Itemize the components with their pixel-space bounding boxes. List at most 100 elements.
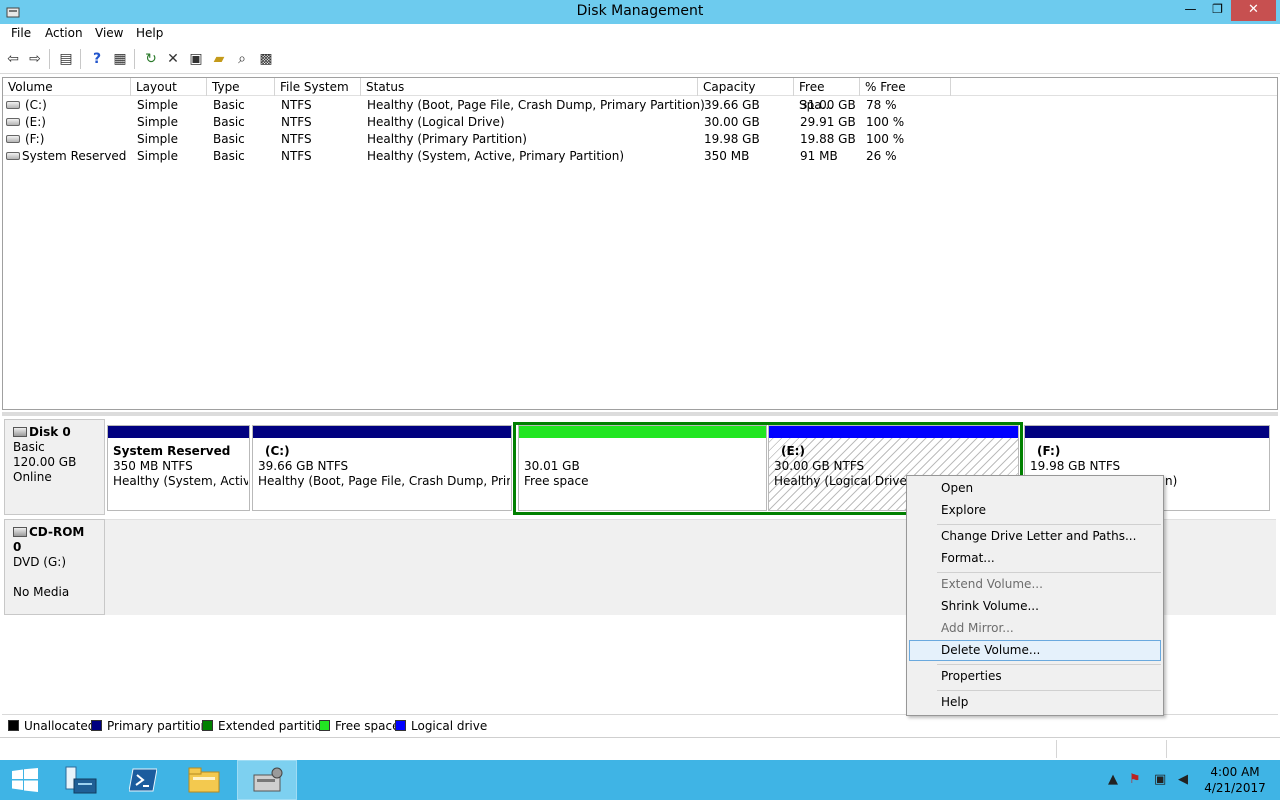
status-divider [1056,740,1057,758]
menu-item-shrink-volume[interactable]: Shrink Volume... [909,596,1161,617]
menu-item-properties[interactable]: Properties [909,666,1161,687]
taskbar-server-manager[interactable] [52,760,112,800]
partition-size: 39.66 GB NTFS [258,459,349,473]
search-icon[interactable]: ⌕ [233,50,251,68]
minimize-button[interactable]: — [1177,0,1204,21]
partition-status: Healthy (Logical Drive) [774,474,912,488]
toolbar: ⇦ ⇨ ▤ ? ▦ ↻ ✕ ▣ ▰ ⌕ ▩ [0,44,1280,74]
column-percent-free[interactable]: % Free [860,78,951,96]
table-row[interactable]: (C:) Simple Basic NTFS Healthy (Boot, Pa… [3,97,1277,114]
cell-percent-free: 100 % [866,115,905,129]
cell-free-space: 19.88 GB [800,132,856,146]
cell-status: Healthy (Primary Partition) [367,132,527,146]
table-row[interactable]: (E:) Simple Basic NTFS Healthy (Logical … [3,114,1277,131]
table-row[interactable]: (F:) Simple Basic NTFS Healthy (Primary … [3,131,1277,148]
show-hidden-icons-icon[interactable]: ▲ [1108,772,1118,787]
disk0-label[interactable]: Disk 0 Basic 120.00 GB Online [4,419,105,515]
menu-view[interactable]: View [95,26,123,40]
disk0-state: Online [13,470,52,484]
partition-c[interactable]: (C:) 39.66 GB NTFS Healthy (Boot, Page F… [252,425,512,511]
partition-system-reserved[interactable]: System Reserved 350 MB NTFS Healthy (Sys… [107,425,250,511]
cell-percent-free: 26 % [866,149,897,163]
table-row[interactable]: System Reserved Simple Basic NTFS Health… [3,148,1277,165]
checklist-icon[interactable]: ▣ [187,50,205,68]
menu-item-help[interactable]: Help [909,692,1161,713]
cell-volume: System Reserved [22,149,127,163]
menu-help[interactable]: Help [136,26,163,40]
cell-layout: Simple [137,132,178,146]
system-clock[interactable]: 4:00 AM 4/21/2017 [1200,764,1270,796]
status-bar [0,737,1280,759]
primary-partition-bar [108,426,249,438]
legend-logical: Logical drive [395,719,487,733]
disk-settings-icon[interactable]: ▩ [257,50,275,68]
column-layout[interactable]: Layout [131,78,207,96]
context-menu: Open Explore Change Drive Letter and Pat… [906,475,1164,716]
cell-volume: (C:) [25,98,47,112]
partition-size: 30.01 GB [524,459,580,473]
partition-size: 30.00 GB NTFS [774,459,865,473]
legend-swatch [8,720,19,731]
powershell-icon [129,768,157,792]
column-capacity[interactable]: Capacity [698,78,794,96]
legend-free-space: Free space [319,719,399,733]
menu-bar: File Action View Help [0,24,1280,44]
taskbar-file-explorer[interactable] [174,760,234,800]
cell-layout: Simple [137,149,178,163]
legend-unallocated: Unallocated [8,719,95,733]
column-free-space[interactable]: Free Spa... [794,78,860,112]
volume-muted-icon[interactable]: ◀ [1178,772,1188,787]
partition-name: (C:) [265,444,290,458]
primary-partition-bar [1025,426,1269,438]
cell-volume: (F:) [25,132,45,146]
menu-item-explore[interactable]: Explore [909,500,1161,521]
partition-free-space[interactable]: 30.01 GB Free space [518,425,767,511]
menu-item-change-drive-letter[interactable]: Change Drive Letter and Paths... [909,526,1161,547]
partition-status: Healthy (Boot, Page File, Crash Dump, Pr… [258,474,510,488]
close-button[interactable]: ✕ [1231,0,1276,21]
refresh-icon[interactable]: ↻ [142,50,160,68]
cell-type: Basic [213,149,245,163]
cell-file-system: NTFS [281,115,312,129]
cell-type: Basic [213,115,245,129]
file-explorer-icon [188,767,220,793]
menu-separator [937,524,1161,525]
cell-free-space: 91 MB [800,149,838,163]
action-center-flag-icon[interactable]: ⚑ [1129,772,1141,787]
menu-item-open[interactable]: Open [909,478,1161,499]
help-icon[interactable]: ? [88,50,106,68]
show-hide-console-tree-icon[interactable]: ▤ [57,50,75,68]
menu-item-format[interactable]: Format... [909,548,1161,569]
partition-status: Healthy (System, Active, [113,474,248,488]
column-file-system[interactable]: File System [275,78,361,96]
disk-management-icon [253,767,283,792]
delete-icon[interactable]: ✕ [164,50,182,68]
window-title: Disk Management [576,3,704,19]
partition-name: (E:) [781,444,805,458]
drive-icon [6,135,20,143]
taskbar-disk-management[interactable] [237,760,297,800]
maximize-button[interactable]: ❐ [1204,0,1231,21]
cdrom0-label[interactable]: CD-ROM 0 DVD (G:) No Media [4,519,105,615]
drive-icon [6,118,20,126]
menu-item-delete-volume[interactable]: Delete Volume... [909,640,1161,661]
disk0-size: 120.00 GB [13,455,77,469]
network-icon[interactable]: ▣ [1154,772,1166,787]
cell-layout: Simple [137,98,178,112]
column-volume[interactable]: Volume [3,78,131,96]
menu-file[interactable]: File [11,26,31,40]
column-type[interactable]: Type [207,78,275,96]
menu-action[interactable]: Action [45,26,83,40]
menu-item-extend-volume: Extend Volume... [941,577,1043,591]
cell-status: Healthy (Logical Drive) [367,115,505,129]
properties-icon[interactable]: ▦ [111,50,129,68]
open-folder-icon[interactable]: ▰ [210,50,228,68]
cell-percent-free: 100 % [866,132,905,146]
toolbar-separator [80,49,81,69]
forward-icon[interactable]: ⇨ [26,50,44,68]
start-button[interactable] [0,760,60,800]
back-icon[interactable]: ⇦ [4,50,22,68]
column-status[interactable]: Status [361,78,698,96]
cell-free-space: 29.91 GB [800,115,856,129]
taskbar-powershell[interactable] [113,760,173,800]
